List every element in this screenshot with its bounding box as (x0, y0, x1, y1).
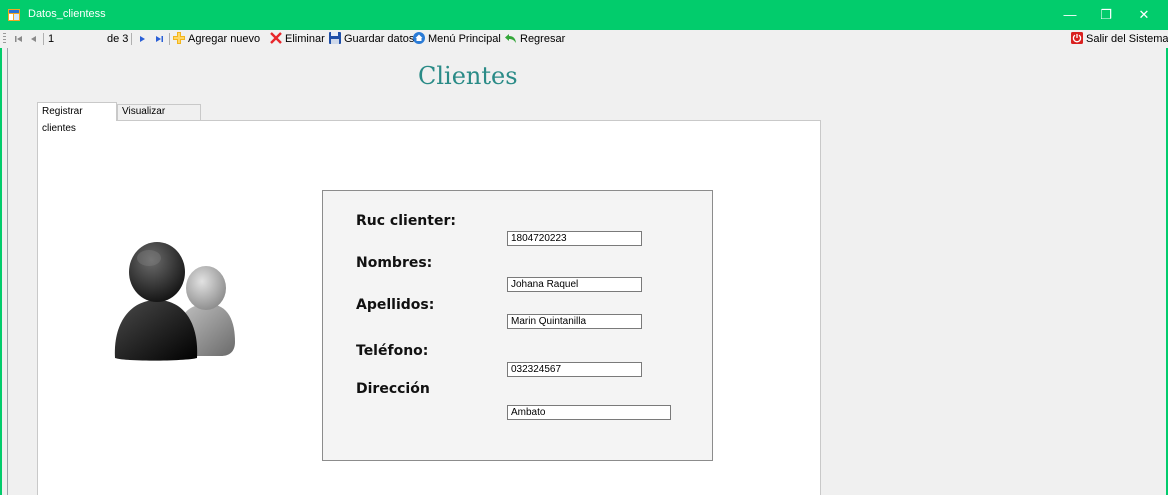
window-titlebar: Datos_clientess — ❐ ✕ (0, 0, 1168, 30)
page-title: Clientes (418, 62, 518, 90)
toolbar-grip[interactable] (3, 33, 6, 45)
toolbar-separator (131, 33, 132, 45)
add-new-button[interactable]: Agregar nuevo (173, 32, 260, 46)
back-label: Regresar (520, 33, 566, 45)
form-left-edge (7, 48, 8, 495)
nombres-label: Nombres: (356, 255, 433, 271)
client-form-group: Ruc clienter: Nombres: Apellidos: Teléfo… (322, 190, 713, 461)
delete-button[interactable]: Eliminar (270, 32, 325, 46)
telefono-field[interactable] (507, 362, 642, 377)
toolbar-separator (43, 33, 44, 45)
tab-visualizar-registro[interactable]: Visualizar Registro (117, 104, 201, 131)
first-record-icon[interactable] (14, 34, 24, 44)
record-count-label: de 3 (107, 33, 129, 45)
users-icon (114, 242, 235, 361)
ruc-field[interactable] (507, 231, 642, 246)
exit-system-label: Salir del Sistema (1086, 33, 1168, 45)
undo-arrow-icon (505, 34, 516, 44)
binding-navigator-toolbar: 1 de 3 Agregar nuevo Eliminar Guardar da… (0, 30, 1168, 48)
window-title: Datos_clientess (28, 8, 106, 20)
last-record-icon[interactable] (154, 34, 164, 44)
position-textbox[interactable]: 1 (48, 32, 54, 46)
exit-system-button[interactable]: Salir del Sistema (1071, 32, 1168, 46)
window-border-left (0, 30, 2, 495)
main-menu-label: Menú Principal (428, 33, 501, 45)
toolbar-separator (169, 33, 170, 45)
apellidos-field[interactable] (507, 314, 642, 329)
nombres-field[interactable] (507, 277, 642, 292)
add-plus-icon (173, 32, 185, 45)
floppy-disk-icon (329, 32, 341, 45)
apellidos-label: Apellidos: (356, 297, 435, 313)
ruc-label: Ruc clienter: (356, 213, 456, 229)
next-record-icon[interactable] (137, 34, 147, 44)
delete-label: Eliminar (285, 33, 325, 45)
telefono-label: Teléfono: (356, 343, 429, 359)
back-button[interactable]: Regresar (505, 32, 565, 46)
close-button[interactable]: ✕ (1121, 0, 1167, 30)
form-app-icon (8, 9, 20, 21)
delete-x-icon (270, 32, 282, 44)
home-icon (413, 32, 425, 45)
add-new-label: Agregar nuevo (188, 33, 261, 45)
previous-record-icon[interactable] (29, 34, 39, 44)
power-icon (1071, 32, 1083, 45)
direccion-field[interactable] (507, 405, 671, 420)
main-menu-button[interactable]: Menú Principal (413, 32, 501, 46)
direccion-label: Dirección (356, 381, 430, 397)
tab-registrar-clientes[interactable]: Registrar clientes (37, 102, 117, 134)
save-data-label: Guardar datos (344, 33, 415, 45)
save-data-button[interactable]: Guardar datos (329, 32, 414, 46)
